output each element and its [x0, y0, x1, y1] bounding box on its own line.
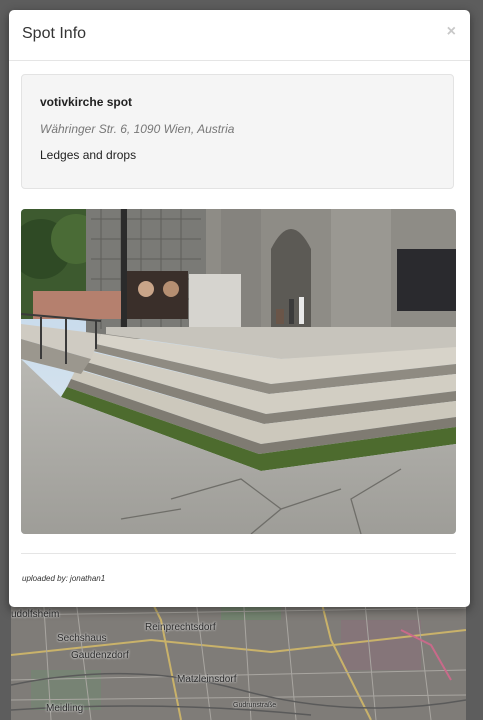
church-steps-photo-illustration — [21, 209, 456, 534]
footer-divider — [21, 553, 456, 554]
spot-info-modal: Spot Info × votivkirche spot Währinger S… — [9, 10, 470, 607]
spot-name: votivkirche spot — [40, 95, 133, 109]
spot-description: Ledges and drops — [40, 148, 137, 162]
close-icon[interactable]: × — [447, 24, 456, 40]
modal-header: Spot Info × — [9, 10, 470, 61]
uploaded-by-text: uploaded by: jonathan1 — [22, 574, 106, 583]
modal-title: Spot Info — [22, 25, 87, 42]
spot-photo — [21, 209, 456, 534]
spot-info-well: votivkirche spot Währinger Str. 6, 1090 … — [21, 74, 454, 189]
spot-address: Währinger Str. 6, 1090 Wien, Austria — [40, 122, 235, 136]
